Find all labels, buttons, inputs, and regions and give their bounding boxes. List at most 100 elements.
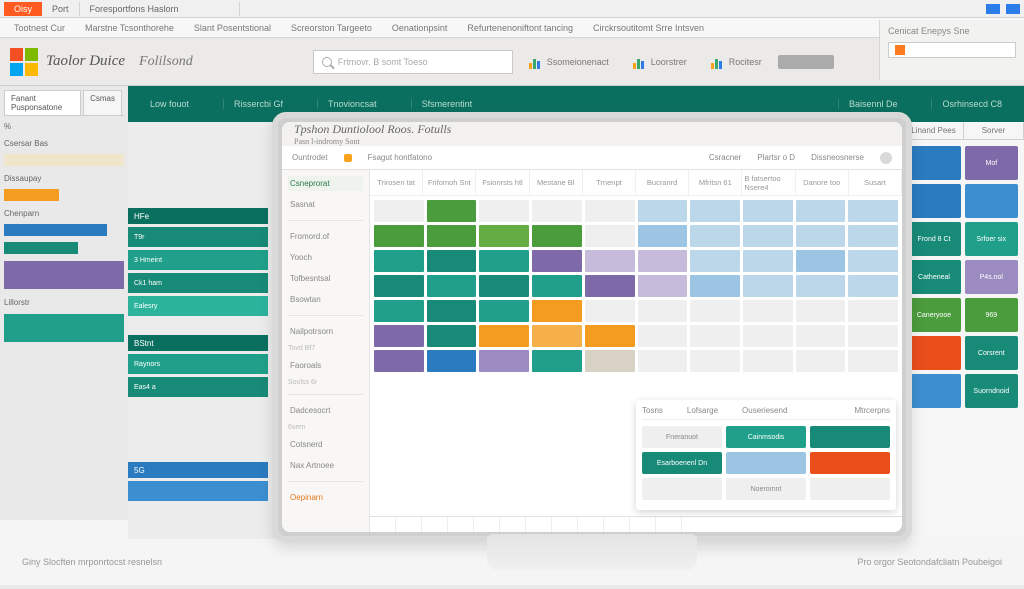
heat-cell[interactable] [638,250,688,272]
side-bar[interactable] [4,189,59,201]
heat-cell[interactable] [743,325,793,347]
sidebar-item[interactable]: Tovd Bf7 [288,345,363,352]
heat-cell[interactable] [796,350,846,372]
heat-cell[interactable] [479,350,529,372]
heat-cell[interactable] [374,275,424,297]
heat-cell[interactable] [848,225,898,247]
rd-cell[interactable] [907,336,960,370]
sidebar-item[interactable]: Oepinarn [288,490,363,505]
col-header[interactable]: Mestane Bl [530,170,583,195]
tool-label[interactable]: Ountrodet [292,153,328,162]
header-chip[interactable]: Tnovioncsat [317,99,387,109]
rd-cell[interactable]: Mof [965,146,1018,180]
rd-cell[interactable]: Suorndnoid [965,374,1018,408]
heat-cell[interactable] [848,200,898,222]
heat-cell[interactable] [796,325,846,347]
avatar-icon[interactable] [880,152,892,164]
search-input[interactable]: Frtmovr. B somt Toeso [313,50,513,74]
heat-cell[interactable] [690,300,740,322]
heat-cell[interactable] [374,225,424,247]
heat-cell[interactable] [743,225,793,247]
sidebar-item[interactable]: Bsowtan [288,292,363,307]
menu-item[interactable]: Slant Posentstional [184,20,281,36]
rd-cell[interactable]: Caneryooe [907,298,960,332]
footer-cell[interactable] [656,517,682,532]
header-chip[interactable]: Sfsmerentint [411,99,483,109]
side-bar[interactable] [4,242,78,254]
heat-cell[interactable] [532,325,582,347]
tool-label[interactable]: Plartsr o D [757,153,795,162]
footer-cell[interactable] [578,517,604,532]
heat-cell[interactable] [743,200,793,222]
legend-tab[interactable]: Mtrcerpns [854,406,890,415]
col-header[interactable]: Trirosen tat [370,170,423,195]
header-chip[interactable]: Rissercbi Gf [223,99,293,109]
heat-cell[interactable] [585,350,635,372]
header-chip[interactable]: Low fouot [140,99,199,109]
heat-cell[interactable] [427,300,477,322]
heat-cell[interactable] [848,325,898,347]
heat-cell[interactable] [479,275,529,297]
footer-cell[interactable] [396,517,422,532]
rd-cell[interactable]: Corsrent [965,336,1018,370]
heat-cell[interactable] [479,250,529,272]
heat-cell[interactable] [690,250,740,272]
heat-cell[interactable] [427,225,477,247]
sidebar-item[interactable]: Soulss 6r [288,379,363,386]
heat-cell[interactable] [848,350,898,372]
legend-tab[interactable]: Ouseriesend [742,406,787,415]
right-panel-dropdown[interactable] [888,42,1016,58]
tool-label[interactable]: Dissneosnerse [811,153,864,162]
ribbon-tool-3[interactable]: Rocitesr [703,53,770,71]
menu-item[interactable]: Oenationpsint [382,20,458,36]
sidebar-item[interactable]: Nax Artnoee [288,458,363,473]
heat-cell[interactable] [690,350,740,372]
heat-cell[interactable] [427,275,477,297]
heat-cell[interactable] [585,325,635,347]
rd-cell[interactable] [907,184,960,218]
col-header[interactable]: Bucranrd [636,170,689,195]
menu-item[interactable]: Refurtenenoniftont tancing [457,20,583,36]
heat-cell[interactable] [796,300,846,322]
heat-cell[interactable] [743,250,793,272]
footer-cell[interactable] [604,517,630,532]
legend-cell[interactable]: Cainmsodis [726,426,806,448]
footer-cell[interactable] [422,517,448,532]
rd-cell[interactable] [907,146,960,180]
title-tab-2[interactable]: Foresportfons Haslorn [80,2,240,16]
heat-cell[interactable] [585,275,635,297]
heat-cell[interactable] [743,275,793,297]
col-header[interactable]: Danore too [796,170,849,195]
heat-cell[interactable] [479,225,529,247]
rd-cell[interactable] [965,184,1018,218]
heat-cell[interactable] [532,350,582,372]
menu-item[interactable]: Marstne Tcsonthorehe [75,20,184,36]
col-header[interactable]: Trnenpt [583,170,636,195]
heat-cell[interactable] [374,250,424,272]
heat-cell[interactable] [532,200,582,222]
stack-cell[interactable] [128,481,268,501]
sidebar-item[interactable]: Cotsnerd [288,437,363,452]
rd-cell[interactable]: P4s.nol [965,260,1018,294]
footer-cell[interactable] [630,517,656,532]
footer-cell[interactable] [500,517,526,532]
heat-cell[interactable] [374,200,424,222]
heat-cell[interactable] [479,325,529,347]
heat-cell[interactable] [796,275,846,297]
col-header[interactable]: Fsionrsts htl [476,170,529,195]
footer-cell[interactable] [526,517,552,532]
min-icon[interactable] [986,4,1000,14]
heat-cell[interactable] [585,300,635,322]
legend-cell[interactable]: Esarboenenl Dn [642,452,722,474]
header-chip[interactable]: Baisennl De [838,99,908,109]
heat-cell[interactable] [374,300,424,322]
legend-cell[interactable] [810,478,890,500]
heat-cell[interactable] [690,325,740,347]
heat-cell[interactable] [848,300,898,322]
col-header[interactable]: B fatsertoo Nsere4 [742,170,795,195]
rd-tab[interactable]: Linand Pees [904,122,964,139]
stack-cell[interactable]: Ck1 ham [128,273,268,293]
heat-cell[interactable] [638,350,688,372]
side-tab-a[interactable]: Fanant Pusponsatone [4,90,81,115]
legend-tab[interactable]: Tosns [642,406,663,415]
